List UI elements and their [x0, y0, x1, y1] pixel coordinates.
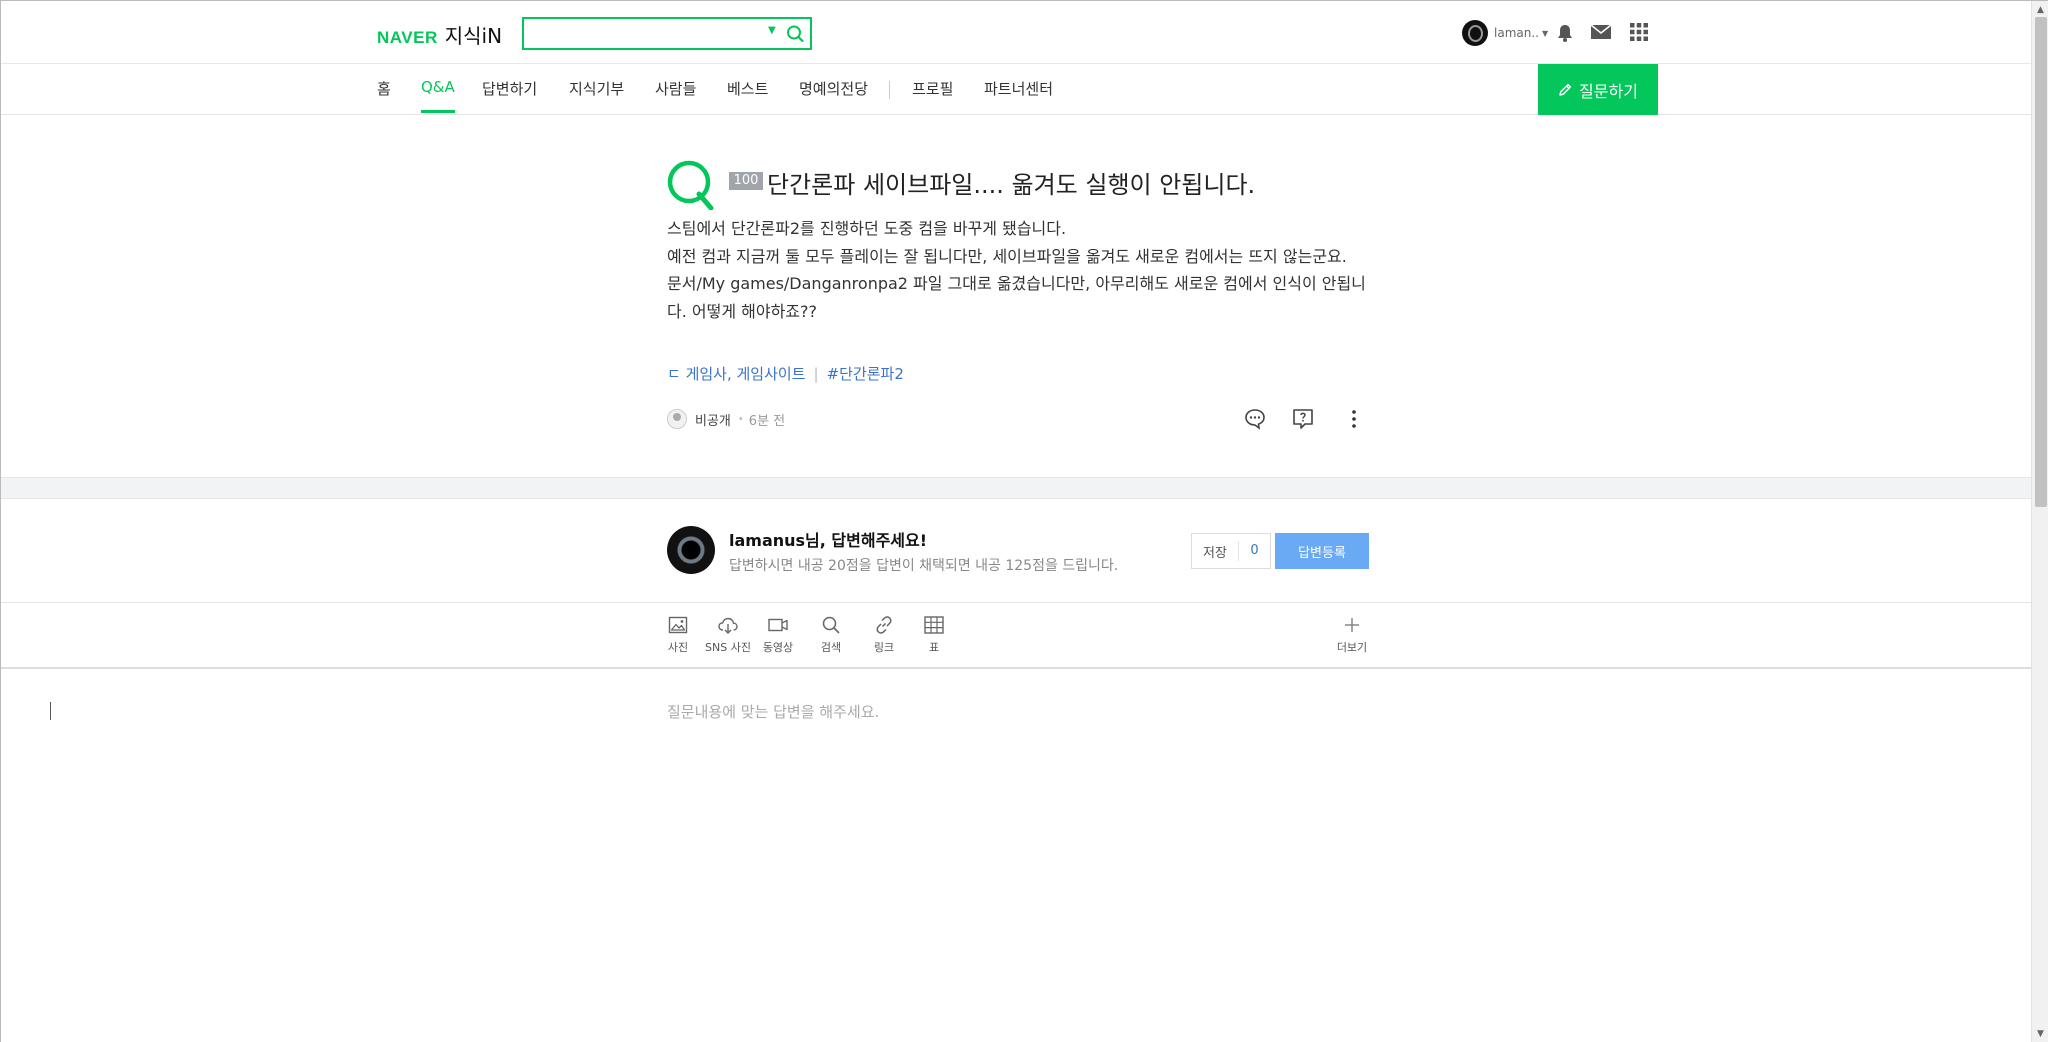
- plus-icon: [1345, 618, 1359, 632]
- question-body-line: 스팀에서 단간론파2를 진행하던 도중 컴을 바꾸게 됐습니다.: [667, 219, 1067, 238]
- tool-search[interactable]: 검색: [806, 614, 856, 655]
- question-tags: ㄷ 게임사, 게임사이트 | #단간론파2: [667, 363, 904, 384]
- page-scrollbar[interactable]: ▲ ▼: [2031, 1, 2048, 1042]
- question-points-badge: 100: [729, 172, 763, 190]
- section-divider: [1, 477, 2031, 499]
- report-icon[interactable]: [1291, 407, 1315, 431]
- search-box: ▼: [522, 17, 812, 50]
- nav-item-profile[interactable]: 프로필: [912, 78, 953, 113]
- table-icon: [924, 616, 944, 634]
- tool-label: 동영상: [762, 641, 794, 654]
- text-caret: [50, 702, 51, 720]
- question-meta: 비공개 • 6분 전: [667, 409, 785, 429]
- nav-item-people[interactable]: 사람들: [655, 78, 696, 113]
- nav-item-answer[interactable]: 답변하기: [482, 78, 537, 113]
- user-name: laman..: [1494, 26, 1539, 40]
- mail-icon[interactable]: [1590, 23, 1612, 41]
- tool-label: 표: [928, 641, 940, 654]
- save-label: 저장: [1203, 545, 1227, 561]
- editor-toolbar: 사진 SNS 사진 동영상 검색 링크 표 더보기: [1, 603, 2031, 669]
- question-title: 단간론파 세이브파일.... 옮겨도 실행이 안됩니다.: [767, 171, 1256, 199]
- answer-prompt-subtitle: 답변하시면 내공 20점을 답변이 채택되면 내공 125점을 드립니다.: [729, 558, 1119, 574]
- tool-photo[interactable]: 사진: [653, 614, 703, 655]
- question-time: 6분 전: [748, 413, 786, 429]
- save-count: 0: [1238, 541, 1270, 561]
- search-icon[interactable]: [784, 23, 806, 45]
- tool-video[interactable]: 동영상: [753, 614, 803, 655]
- nav-item-home[interactable]: 홈: [377, 78, 391, 113]
- ask-question-label: 질문하기: [1579, 81, 1638, 101]
- top-header: NAVER 지식iN ▼ laman.. ▼: [1, 1, 2031, 64]
- bell-icon[interactable]: [1555, 23, 1575, 43]
- scroll-down-arrow-icon[interactable]: ▼: [2037, 1029, 2044, 1039]
- tool-label: 링크: [873, 641, 895, 654]
- nav-item-qna[interactable]: Q&A: [421, 78, 455, 113]
- nav-item-donate[interactable]: 지식기부: [569, 78, 624, 113]
- question-body: 스팀에서 단간론파2를 진행하던 도중 컴을 바꾸게 됐습니다. 예전 컴과 지…: [667, 215, 1367, 325]
- anonymous-avatar: [667, 409, 687, 429]
- chevron-down-icon: ▼: [1541, 28, 1549, 38]
- tool-table[interactable]: 표: [909, 614, 959, 655]
- ask-question-button[interactable]: 질문하기: [1538, 64, 1658, 115]
- submit-answer-button[interactable]: 답변등록: [1275, 533, 1369, 569]
- search-icon: [822, 616, 840, 634]
- naver-jisik-logo[interactable]: NAVER 지식iN: [377, 20, 502, 49]
- tool-link[interactable]: 링크: [859, 614, 909, 655]
- search-input[interactable]: [530, 23, 750, 45]
- video-icon: [768, 618, 788, 632]
- question-tag-link[interactable]: #단간론파2: [827, 363, 904, 384]
- answer-prompt-title: lamanus님, 답변해주세요!: [729, 531, 928, 550]
- tool-label: 사진: [667, 641, 689, 654]
- search-dropdown-icon[interactable]: ▼: [768, 25, 776, 36]
- question-body-line: 예전 컴과 지금꺼 둘 모두 플레이는 잘 됩니다만, 세이브파일을 옮겨도 새…: [667, 246, 1347, 266]
- apps-grid-icon[interactable]: [1630, 23, 1648, 41]
- link-icon: [876, 616, 892, 634]
- more-icon[interactable]: [1342, 407, 1366, 431]
- cloud-download-icon: [718, 617, 738, 634]
- tool-label: 검색: [820, 641, 842, 654]
- scroll-thumb[interactable]: [2035, 17, 2047, 507]
- tool-sns-photo[interactable]: SNS 사진: [703, 614, 753, 655]
- nav-item-partner-center[interactable]: 파트너센터: [984, 78, 1053, 113]
- meta-dot: •: [737, 413, 744, 425]
- tag-divider: |: [813, 364, 819, 383]
- question-category-link[interactable]: ㄷ 게임사, 게임사이트: [667, 363, 806, 384]
- scroll-up-arrow-icon[interactable]: ▲: [2037, 5, 2044, 15]
- page: NAVER 지식iN ▼ laman.. ▼ 홈 Q&A 답변하기 지식기부 사…: [0, 0, 2048, 1042]
- nav-item-hall-of-fame[interactable]: 명예의전당: [799, 78, 868, 113]
- comment-icon[interactable]: [1243, 407, 1267, 431]
- tool-label: 더보기: [1336, 641, 1368, 654]
- answer-editor[interactable]: 질문내용에 맞는 답변을 해주세요.: [1, 669, 2031, 1042]
- tool-label: SNS 사진: [705, 641, 751, 654]
- jisikin-logo-text: 지식iN: [444, 24, 503, 48]
- save-draft-button[interactable]: 저장 0: [1191, 533, 1271, 569]
- main-nav: 홈 Q&A 답변하기 지식기부 사람들 베스트 명예의전당 프로필 파트너센터 …: [1, 64, 2031, 115]
- question-section: 100 단간론파 세이브파일.... 옮겨도 실행이 안됩니다. 스팀에서 단간…: [1, 115, 2031, 477]
- answer-prompt: lamanus님, 답변해주세요! 답변하시면 내공 20점을 답변이 채택되면…: [1, 499, 2031, 603]
- question-body-line: 문서/My games/Danganronpa2 파일 그대로 옮겼습니다만, …: [667, 274, 1366, 321]
- naver-logo-text: NAVER: [377, 28, 438, 47]
- nav-item-best[interactable]: 베스트: [727, 78, 768, 113]
- question-q-icon: [667, 160, 714, 210]
- pencil-icon: [1559, 83, 1572, 96]
- nav-divider: [889, 81, 890, 99]
- answerer-avatar: [667, 526, 715, 574]
- image-icon: [668, 616, 688, 634]
- user-menu[interactable]: laman.. ▼: [1462, 20, 1548, 46]
- question-author: 비공개: [695, 413, 731, 429]
- user-avatar: [1462, 20, 1488, 46]
- editor-placeholder: 질문내용에 맞는 답변을 해주세요.: [667, 703, 880, 721]
- tool-more[interactable]: 더보기: [1327, 614, 1377, 655]
